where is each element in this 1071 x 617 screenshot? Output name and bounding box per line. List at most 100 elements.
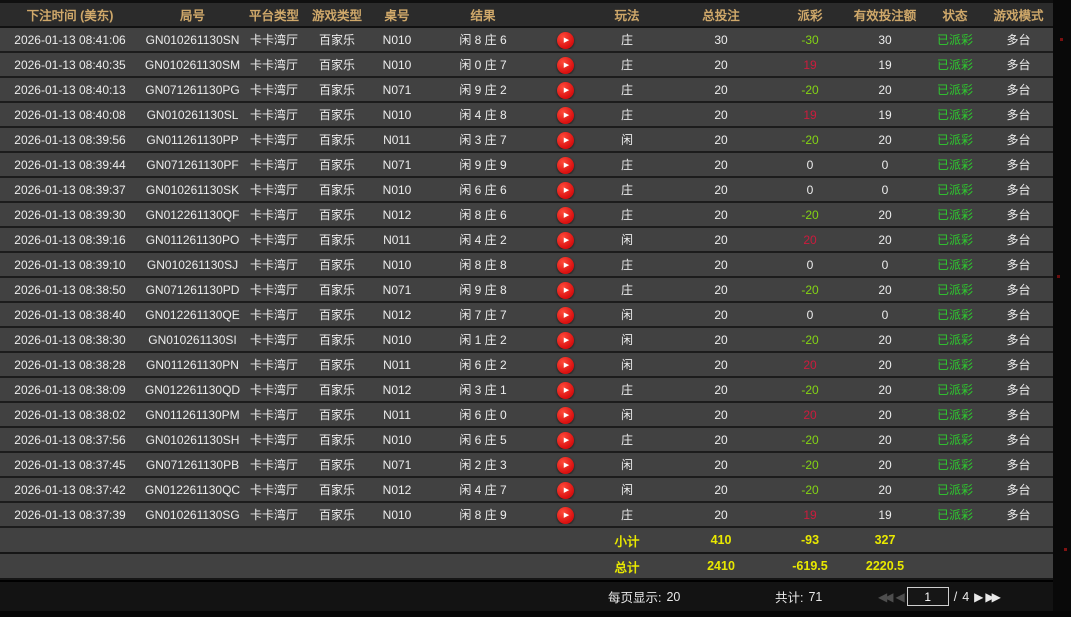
play-glyph: ▶ — [562, 487, 569, 494]
replay-cell: ▶ — [543, 406, 588, 424]
replay-cell: ▶ — [543, 56, 588, 74]
valid-bet: 19 — [844, 108, 926, 122]
game-result: 闲 9 庄 9 — [423, 156, 543, 173]
bet-time: 2026-01-13 08:40:13 — [0, 83, 140, 97]
play-glyph: ▶ — [562, 262, 569, 269]
table-row: 2026-01-13 08:38:40 GN012261130QE 卡卡湾厅 百… — [0, 303, 1053, 328]
replay-icon[interactable]: ▶ — [557, 182, 574, 199]
replay-icon[interactable]: ▶ — [557, 407, 574, 424]
replay-icon[interactable]: ▶ — [557, 82, 574, 99]
first-page-icon[interactable]: ◀◀ — [878, 591, 890, 603]
col-header-round-id: 局号 — [140, 5, 245, 24]
game-mode: 多台 — [984, 331, 1053, 348]
valid-bet: 20 — [844, 358, 926, 372]
bottom-edge-background — [0, 611, 1071, 617]
bet-time: 2026-01-13 08:41:06 — [0, 33, 140, 47]
replay-icon[interactable]: ▶ — [557, 457, 574, 474]
col-header-game-mode: 游戏模式 — [984, 5, 1053, 24]
game-mode: 多台 — [984, 306, 1053, 323]
col-header-bet-type: 玩法 — [588, 5, 666, 24]
replay-icon[interactable]: ▶ — [557, 132, 574, 149]
game-result: 闲 6 庄 0 — [423, 406, 543, 423]
grand-total-total-bet: 2410 — [666, 559, 776, 573]
game-result: 闲 7 庄 7 — [423, 306, 543, 323]
platform: 卡卡湾厅 — [245, 456, 303, 473]
valid-bet: 20 — [844, 83, 926, 97]
payout: -20 — [776, 458, 844, 472]
round-id: GN071261130PG — [140, 83, 245, 97]
replay-icon[interactable]: ▶ — [557, 482, 574, 499]
game-type: 百家乐 — [303, 181, 371, 198]
bet-history-table: 下注时间 (美东) 局号 平台类型 游戏类型 桌号 结果 玩法 总投注 派彩 有… — [0, 0, 1053, 580]
replay-icon[interactable]: ▶ — [557, 207, 574, 224]
last-page-icon[interactable]: ▶▶ — [985, 591, 997, 603]
game-result: 闲 6 庄 5 — [423, 431, 543, 448]
game-result: 闲 2 庄 3 — [423, 456, 543, 473]
total-bet: 20 — [666, 383, 776, 397]
status-badge: 已派彩 — [926, 231, 984, 248]
status-badge: 已派彩 — [926, 31, 984, 48]
next-page-icon[interactable]: ▶ — [974, 591, 980, 603]
valid-bet: 20 — [844, 408, 926, 422]
play-glyph: ▶ — [562, 512, 569, 519]
platform: 卡卡湾厅 — [245, 481, 303, 498]
replay-cell: ▶ — [543, 231, 588, 249]
bet-time: 2026-01-13 08:37:45 — [0, 458, 140, 472]
replay-cell: ▶ — [543, 81, 588, 99]
replay-icon[interactable]: ▶ — [557, 282, 574, 299]
replay-icon[interactable]: ▶ — [557, 332, 574, 349]
payout: -20 — [776, 383, 844, 397]
game-result: 闲 1 庄 2 — [423, 331, 543, 348]
replay-icon[interactable]: ▶ — [557, 507, 574, 524]
play-glyph: ▶ — [562, 162, 569, 169]
payout: 20 — [776, 358, 844, 372]
game-mode: 多台 — [984, 181, 1053, 198]
valid-bet: 0 — [844, 308, 926, 322]
total-pages: 4 — [962, 590, 969, 604]
table-row: 2026-01-13 08:38:50 GN071261130PD 卡卡湾厅 百… — [0, 278, 1053, 303]
play-glyph: ▶ — [562, 337, 569, 344]
col-header-status: 状态 — [926, 5, 984, 24]
replay-icon[interactable]: ▶ — [557, 307, 574, 324]
play-glyph: ▶ — [562, 462, 569, 469]
valid-bet: 0 — [844, 158, 926, 172]
page-number-input[interactable] — [907, 587, 949, 606]
replay-icon[interactable]: ▶ — [557, 157, 574, 174]
platform: 卡卡湾厅 — [245, 131, 303, 148]
play-glyph: ▶ — [562, 212, 569, 219]
replay-icon[interactable]: ▶ — [557, 357, 574, 374]
replay-icon[interactable]: ▶ — [557, 382, 574, 399]
table-row: 2026-01-13 08:39:56 GN011261130PP 卡卡湾厅 百… — [0, 128, 1053, 153]
status-badge: 已派彩 — [926, 331, 984, 348]
replay-icon[interactable]: ▶ — [557, 257, 574, 274]
bet-time: 2026-01-13 08:38:40 — [0, 308, 140, 322]
bet-time: 2026-01-13 08:37:39 — [0, 508, 140, 522]
game-result: 闲 8 庄 6 — [423, 31, 543, 48]
table-header-row: 下注时间 (美东) 局号 平台类型 游戏类型 桌号 结果 玩法 总投注 派彩 有… — [0, 0, 1053, 28]
total-bet: 20 — [666, 83, 776, 97]
bet-time: 2026-01-13 08:39:56 — [0, 133, 140, 147]
platform: 卡卡湾厅 — [245, 506, 303, 523]
replay-icon[interactable]: ▶ — [557, 57, 574, 74]
payout: -20 — [776, 83, 844, 97]
prev-page-icon[interactable]: ◀ — [895, 591, 901, 603]
bet-type: 庄 — [588, 31, 666, 48]
round-id: GN071261130PB — [140, 458, 245, 472]
game-mode: 多台 — [984, 481, 1053, 498]
right-edge-background — [1053, 0, 1071, 611]
replay-icon[interactable]: ▶ — [557, 232, 574, 249]
bet-time: 2026-01-13 08:39:37 — [0, 183, 140, 197]
total-bet: 20 — [666, 108, 776, 122]
table-number: N010 — [371, 33, 423, 47]
game-type: 百家乐 — [303, 381, 371, 398]
game-type: 百家乐 — [303, 331, 371, 348]
table-body: 2026-01-13 08:41:06 GN010261130SN 卡卡湾厅 百… — [0, 28, 1053, 528]
table-number: N011 — [371, 358, 423, 372]
replay-icon[interactable]: ▶ — [557, 432, 574, 449]
platform: 卡卡湾厅 — [245, 181, 303, 198]
replay-icon[interactable]: ▶ — [557, 107, 574, 124]
replay-icon[interactable]: ▶ — [557, 32, 574, 49]
replay-cell: ▶ — [543, 156, 588, 174]
replay-cell: ▶ — [543, 381, 588, 399]
replay-cell: ▶ — [543, 431, 588, 449]
